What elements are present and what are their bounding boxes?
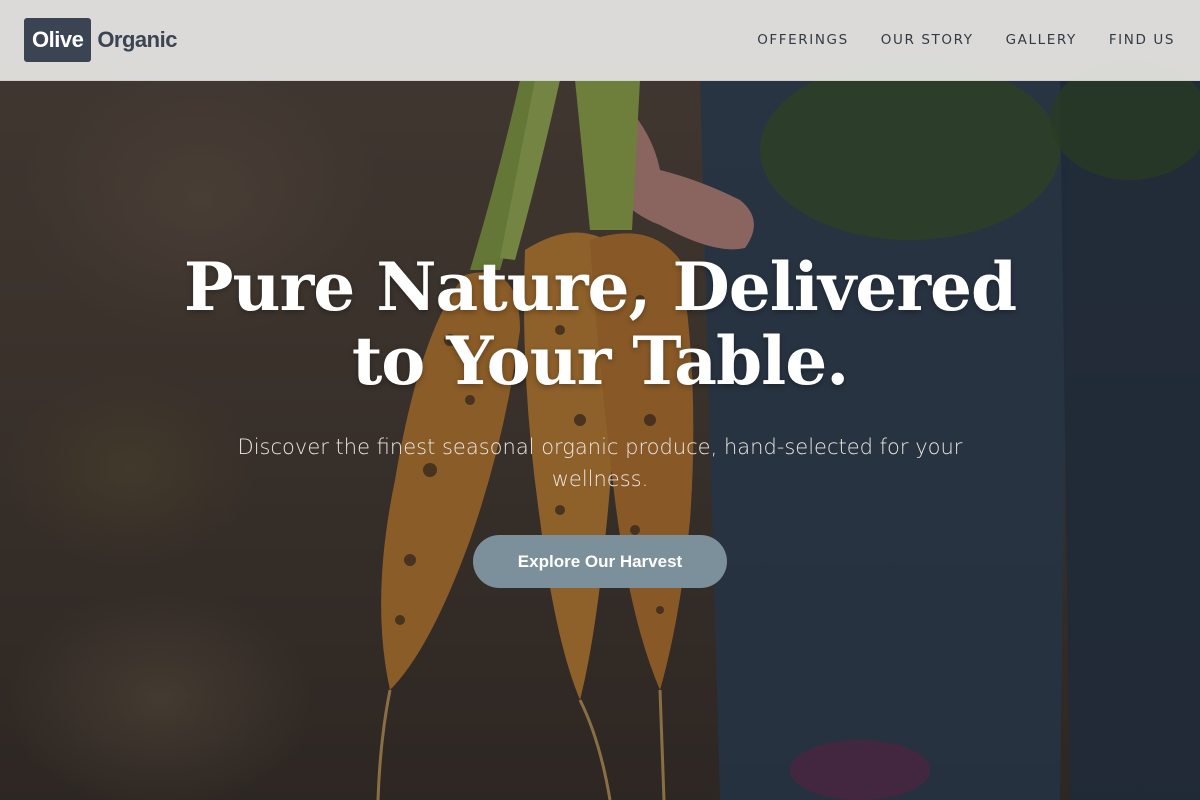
explore-harvest-button[interactable]: Explore Our Harvest [473, 535, 727, 588]
logo-text: Organic [97, 27, 177, 52]
hero-subtitle: Discover the finest seasonal organic pro… [237, 435, 963, 491]
nav-item-find-us[interactable]: FIND US [1109, 32, 1175, 48]
main-nav: OFFERINGS OUR STORY GALLERY FIND US [757, 32, 1175, 48]
logo-box: Olive [24, 18, 92, 62]
site-header: Olive Organic OFFERINGS OUR STORY GALLER… [0, 0, 1200, 81]
nav-item-gallery[interactable]: GALLERY [1006, 32, 1077, 48]
nav-item-offerings[interactable]: OFFERINGS [757, 32, 849, 48]
logo[interactable]: Olive Organic [24, 18, 177, 62]
hero-title: Pure Nature, Delivered to Your Table. [183, 248, 1017, 400]
hero-content: Pure Nature, Delivered to Your Table. Di… [0, 250, 1200, 588]
nav-item-our-story[interactable]: OUR STORY [881, 32, 974, 48]
